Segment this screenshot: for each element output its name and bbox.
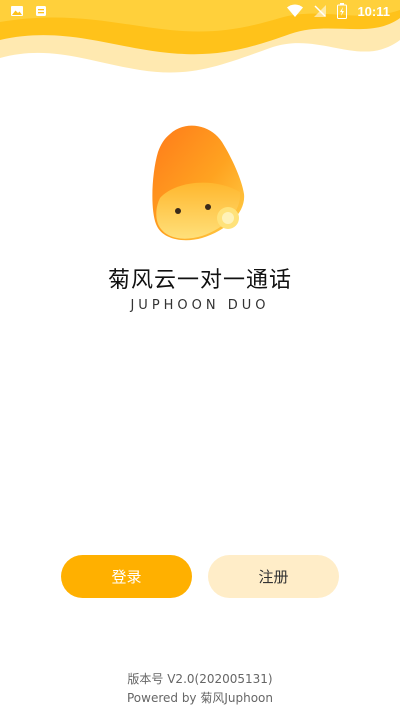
status-right: 10:11: [287, 3, 390, 19]
register-button-label: 注册: [258, 568, 289, 586]
register-button[interactable]: 注册: [208, 555, 339, 598]
login-button[interactable]: 登录: [61, 555, 192, 598]
version-text: 版本号 V2.0(202005131): [127, 672, 273, 686]
juphoon-duo-logo: [130, 112, 270, 252]
login-screen: 10:11 菊风云一对一通话 JUPHOON DUO 登录 注册 版本号 V2.…: [0, 0, 400, 711]
wifi-icon: [287, 4, 304, 17]
app-title: 菊风云一对一通话: [107, 268, 292, 293]
signal-icon: [314, 5, 327, 17]
status-bar: 10:11: [0, 0, 400, 24]
login-button-label: 登录: [111, 568, 142, 586]
powered-by-text: Powered by 菊风Juphoon: [126, 691, 274, 705]
image-icon: [11, 6, 23, 16]
battery-icon: [337, 3, 348, 19]
status-time: 10:11: [357, 3, 390, 19]
app-subtitle: JUPHOON DUO: [130, 298, 270, 313]
notification-icon: [36, 6, 46, 16]
logo-mascot-icon: [152, 125, 245, 241]
footer: 版本号 V2.0(202005131) Powered by 菊风Juphoon: [0, 670, 400, 708]
status-left: [10, 4, 48, 18]
